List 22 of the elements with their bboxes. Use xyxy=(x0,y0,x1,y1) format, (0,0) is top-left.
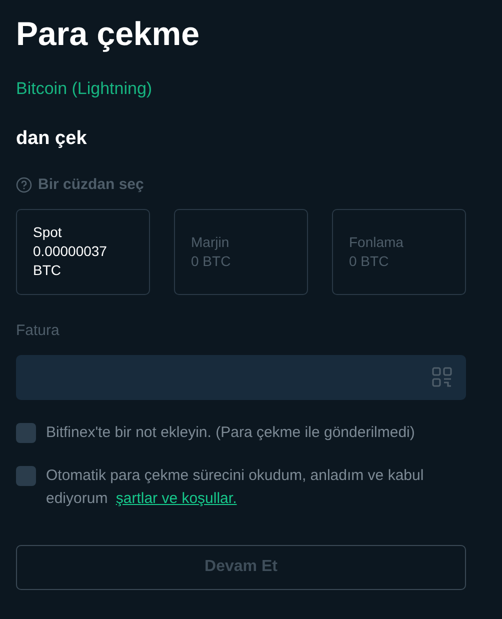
currency-name: Bitcoin (Lightning) xyxy=(16,78,154,100)
qr-code-icon[interactable] xyxy=(432,367,452,387)
wallet-name: Marjin xyxy=(191,232,230,252)
wallet-card[interactable]: Fonlama 0 BTC xyxy=(332,208,466,294)
wallet-name: Spot xyxy=(33,223,63,242)
checkbox-label: Otomatik para çekme sürecini okudum, anladım ve kabul ediyorum şartlar ve koşullar. xyxy=(46,466,425,508)
invoice-label: Fatura xyxy=(16,320,60,340)
terms-link[interactable]: şartlar ve koşullar. xyxy=(116,490,237,506)
wallet-balance: 0 BTC xyxy=(349,252,390,270)
checkbox[interactable] xyxy=(16,466,36,486)
help-icon[interactable] xyxy=(16,177,32,194)
wallet-card[interactable]: Marjin 0 BTC xyxy=(174,208,308,294)
checkbox[interactable] xyxy=(16,422,36,442)
checkbox-label: Bitfinex'te bir not ekleyin. (Para çekme ile gönderilmedi) xyxy=(46,422,415,442)
page-title: Para çekme xyxy=(16,14,200,54)
invoice-field[interactable] xyxy=(16,354,466,400)
section-title: dan çek xyxy=(16,127,88,151)
wallet-prompt: Bir cüzdan seç xyxy=(38,175,144,195)
wallet-balance: 0 BTC xyxy=(191,252,232,270)
wallet-balance: 0.00000037 BTC xyxy=(33,242,108,280)
wallet-name: Fonlama xyxy=(349,232,404,252)
wallet-card[interactable]: Spot 0.00000037 BTC xyxy=(16,208,150,294)
